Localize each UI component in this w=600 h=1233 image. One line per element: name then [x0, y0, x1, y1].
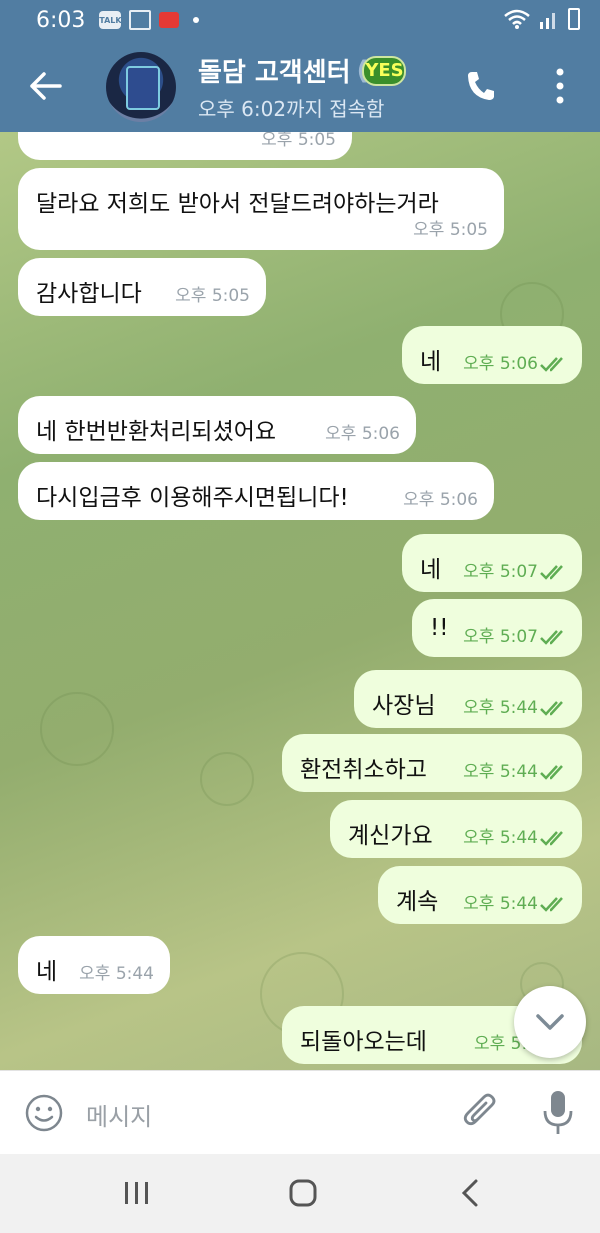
signal-icon	[540, 13, 555, 29]
battery-icon	[568, 8, 580, 30]
message-bubble-outgoing[interactable]: 네 오후 5:07	[402, 534, 582, 592]
message-bubble-outgoing[interactable]: !! 오후 5:07	[412, 599, 582, 657]
system-back-button[interactable]	[460, 1178, 480, 1208]
message-time: 오후 5:07	[463, 562, 538, 582]
message-text: 감사합니다	[36, 281, 142, 307]
message-bubble-incoming[interactable]: 다시입금후 이용해주시면됩니다! 오후 5:06	[18, 462, 494, 520]
double-check-icon	[540, 630, 563, 645]
message-text: 네	[36, 959, 58, 985]
last-seen-status: 오후 6:02까지 접속함	[198, 97, 385, 121]
megaphone-notification-icon	[159, 12, 180, 28]
more-vertical-icon[interactable]	[556, 68, 564, 104]
message-text: 달라요 저희도 받아서 전달드려야하는거라	[36, 191, 439, 217]
message-text: 네 한번반환처리되셨어요	[36, 419, 277, 445]
double-check-icon	[540, 765, 563, 780]
message-bubble-incoming[interactable]: 오후 5:05	[18, 132, 352, 160]
message-text: !!	[430, 615, 449, 641]
message-input[interactable]: 메시지	[86, 1097, 152, 1132]
chat-title-block[interactable]: 돌담 고객센터 ( YES 오후 6:02까지 접속함	[198, 52, 407, 122]
chat-header: 돌담 고객센터 ( YES 오후 6:02까지 접속함	[0, 40, 600, 132]
message-time: 오후 5:05	[261, 132, 336, 150]
message-text: 다시입금후 이용해주시면됩니다!	[36, 485, 349, 511]
image-notification-icon	[129, 10, 152, 30]
microphone-icon[interactable]	[540, 1089, 576, 1137]
message-bubble-incoming[interactable]: 감사합니다 오후 5:05	[18, 258, 266, 316]
message-time: 오후 5:44	[463, 698, 538, 718]
message-text: 네	[420, 557, 442, 583]
chat-title: 돌담 고객센터	[198, 58, 351, 88]
more-notifications-icon	[193, 17, 200, 23]
message-bubble-incoming[interactable]: 달라요 저희도 받아서 전달드려야하는거라 오후 5:05	[18, 168, 504, 250]
message-bubble-outgoing[interactable]: 사장님 오후 5:44	[354, 670, 582, 728]
paperclip-icon[interactable]	[460, 1091, 500, 1135]
avatar[interactable]	[106, 52, 176, 122]
message-time: 오후 5:07	[463, 627, 538, 647]
system-nav-bar	[0, 1154, 600, 1233]
message-text: 네	[420, 349, 442, 375]
message-time: 오후 5:06	[403, 490, 478, 510]
message-bubble-incoming[interactable]: 네 오후 5:44	[18, 936, 170, 994]
message-time: 오후 5:44	[463, 894, 538, 914]
emoji-icon[interactable]	[24, 1093, 64, 1133]
message-text: 계속	[396, 889, 439, 915]
wifi-icon	[504, 9, 530, 29]
message-bubble-outgoing[interactable]: 네 오후 5:06	[402, 326, 582, 384]
status-bar: 6:03 TALK	[0, 0, 600, 40]
message-bubble-outgoing[interactable]: 계속 오후 5:44	[378, 866, 582, 924]
message-composer: 메시지	[0, 1070, 600, 1155]
message-time: 오후 5:44	[463, 828, 538, 848]
message-bubble-outgoing[interactable]: 환전취소하고 오후 5:44	[282, 734, 582, 792]
message-bubble-incoming[interactable]: 네 한번반환처리되셨어요 오후 5:06	[18, 396, 416, 454]
message-text: 환전취소하고	[300, 757, 427, 783]
yes-badge: YES	[362, 55, 407, 86]
message-text: 계신가요	[348, 823, 433, 849]
double-check-icon	[540, 701, 563, 716]
chat-area[interactable]: 오후 5:05 달라요 저희도 받아서 전달드려야하는거라 오후 5:05 감사…	[0, 132, 600, 1070]
message-time: 오후 5:06	[325, 424, 400, 444]
double-check-icon	[540, 831, 563, 846]
talk-notification-icon: TALK	[99, 11, 122, 29]
message-text: 되돌아오는데	[300, 1029, 427, 1055]
double-check-icon	[540, 357, 563, 372]
recents-button[interactable]	[122, 1180, 152, 1206]
back-button[interactable]	[28, 70, 64, 102]
message-time: 오후 5:06	[463, 354, 538, 374]
message-time: 오후 5:05	[413, 220, 488, 240]
double-check-icon	[540, 897, 563, 912]
doodle-decoration	[40, 692, 114, 766]
home-button[interactable]	[288, 1178, 318, 1208]
double-check-icon	[540, 565, 563, 580]
message-time: 오후 5:05	[175, 286, 250, 306]
message-text: 사장님	[372, 693, 436, 719]
doodle-decoration	[200, 752, 254, 806]
status-time: 6:03	[36, 7, 86, 33]
message-time: 오후 5:44	[79, 964, 154, 984]
message-time: 오후 5:44	[463, 762, 538, 782]
chevron-down-icon	[536, 1014, 564, 1030]
message-bubble-outgoing[interactable]: 계신가요 오후 5:44	[330, 800, 582, 858]
phone-icon[interactable]	[466, 70, 496, 102]
scroll-down-button[interactable]	[514, 986, 586, 1058]
